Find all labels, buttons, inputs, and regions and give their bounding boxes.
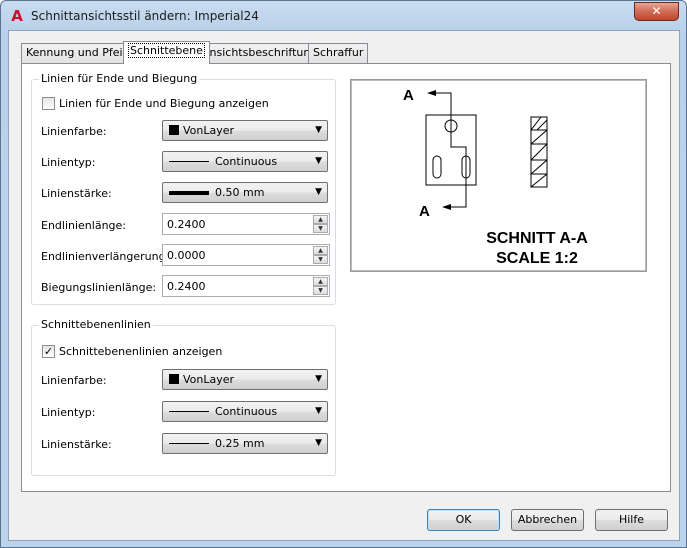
close-button[interactable]: ✕	[634, 2, 679, 21]
chevron-down-icon: ▼	[315, 187, 322, 197]
show-end-bend-label: Linien für Ende und Biegung anzeigen	[59, 97, 269, 110]
section-preview-drawing: A A SCHNITT A-A SCALE 1:2	[351, 80, 646, 271]
lineweight-label: Linienstärke:	[41, 187, 112, 200]
chevron-down-icon: ▼	[315, 156, 322, 166]
tab-schraffur[interactable]: Schraffur	[308, 43, 369, 63]
tab-label: Ansichtsbeschriftung	[202, 46, 318, 59]
title-bar[interactable]: A Schnittansichtsstil ändern: Imperial24…	[1, 1, 686, 31]
end-length-label: Endlinienlänge:	[41, 219, 127, 232]
spin-up-icon[interactable]: ▲	[313, 277, 328, 286]
dropdown-value: VonLayer	[183, 124, 235, 137]
spin-up-icon[interactable]: ▲	[313, 215, 328, 224]
preview-caption-1: SCHNITT A-A	[486, 230, 588, 247]
linetype-sample	[169, 411, 209, 412]
end-bend-lineweight-dropdown[interactable]: 0.50 mm ▼	[162, 182, 328, 203]
linetype-label: Linientyp:	[41, 156, 96, 169]
spin-down-icon[interactable]: ▼	[313, 286, 328, 295]
color-swatch	[169, 125, 179, 135]
linetype-label: Linientyp:	[41, 406, 96, 419]
end-bend-color-dropdown[interactable]: VonLayer ▼	[162, 120, 328, 141]
spin-down-icon[interactable]: ▼	[313, 224, 328, 233]
autocad-a-icon: A	[11, 7, 23, 25]
group-title: Linien für Ende und Biegung	[39, 72, 200, 85]
end-bend-lines-group: Linien für Ende und Biegung Linien für E…	[31, 72, 336, 305]
plane-lineweight-dropdown[interactable]: 0.25 mm ▼	[162, 433, 328, 454]
lineweight-sample	[169, 191, 209, 195]
tab-label: Schnittebene	[128, 43, 205, 58]
color-label: Linienfarbe:	[41, 374, 107, 387]
tab-ansichtsbeschriftung[interactable]: Ansichtsbeschriftung	[197, 43, 323, 63]
dialog-window: A Schnittansichtsstil ändern: Imperial24…	[0, 0, 687, 548]
tab-label: Kennung und Pfeile	[26, 46, 133, 59]
group-title: Schnittebenenlinien	[39, 318, 153, 331]
show-end-bend-checkbox[interactable]	[42, 97, 55, 110]
end-extension-label: Endlinienverlängerung:	[41, 250, 170, 263]
dropdown-value: Continuous	[215, 155, 278, 168]
end-length-spinner[interactable]: 0.2400 ▲ ▼	[162, 213, 330, 235]
dropdown-value: 0.25 mm	[215, 437, 265, 450]
section-preview: A A SCHNITT A-A SCALE 1:2	[350, 79, 647, 272]
window-title: Schnittansichtsstil ändern: Imperial24	[31, 9, 259, 23]
tab-schnittebene[interactable]: Schnittebene	[123, 41, 210, 64]
tab-label: Schraffur	[313, 46, 364, 59]
cancel-button[interactable]: Abbrechen	[511, 509, 584, 531]
color-label: Linienfarbe:	[41, 125, 107, 138]
plane-linetype-dropdown[interactable]: Continuous ▼	[162, 401, 328, 422]
chevron-down-icon: ▼	[315, 374, 322, 384]
show-plane-lines-checkbox[interactable]: ✓	[42, 345, 55, 358]
spinner-value[interactable]: 0.0000	[167, 249, 206, 262]
chevron-down-icon: ▼	[315, 438, 322, 448]
tab-kennung-und-pfeile[interactable]: Kennung und Pfeile	[21, 43, 138, 63]
tab-panel-schnittebene: Linien für Ende und Biegung Linien für E…	[21, 63, 671, 492]
dialog-client: Kennung und Pfeile Schnittebene Ansichts…	[8, 30, 680, 541]
linetype-sample	[169, 161, 209, 162]
end-extension-spinner[interactable]: 0.0000 ▲ ▼	[162, 244, 330, 266]
spin-up-icon[interactable]: ▲	[313, 246, 328, 255]
plane-color-dropdown[interactable]: VonLayer ▼	[162, 369, 328, 390]
dropdown-value: VonLayer	[183, 373, 235, 386]
bend-length-spinner[interactable]: 0.2400 ▲ ▼	[162, 275, 330, 297]
marker-top: A	[403, 87, 414, 104]
chevron-down-icon: ▼	[315, 406, 322, 416]
show-plane-lines-label: Schnittebenenlinien anzeigen	[59, 345, 223, 358]
end-bend-linetype-dropdown[interactable]: Continuous ▼	[162, 151, 328, 172]
bend-length-label: Biegungslinienlänge:	[41, 281, 157, 294]
dropdown-value: 0.50 mm	[215, 186, 265, 199]
spinner-value[interactable]: 0.2400	[167, 280, 206, 293]
chevron-down-icon: ▼	[315, 125, 322, 135]
color-swatch	[169, 374, 179, 384]
dropdown-value: Continuous	[215, 405, 278, 418]
marker-bottom: A	[419, 203, 430, 220]
spinner-value[interactable]: 0.2400	[167, 218, 206, 231]
spin-down-icon[interactable]: ▼	[313, 255, 328, 264]
lineweight-sample	[169, 443, 209, 444]
section-plane-lines-group: Schnittebenenlinien ✓ Schnittebenenlinie…	[31, 318, 336, 476]
preview-caption-2: SCALE 1:2	[496, 250, 578, 267]
ok-button[interactable]: OK	[427, 509, 500, 531]
help-button[interactable]: Hilfe	[595, 509, 668, 531]
lineweight-label: Linienstärke:	[41, 438, 112, 451]
